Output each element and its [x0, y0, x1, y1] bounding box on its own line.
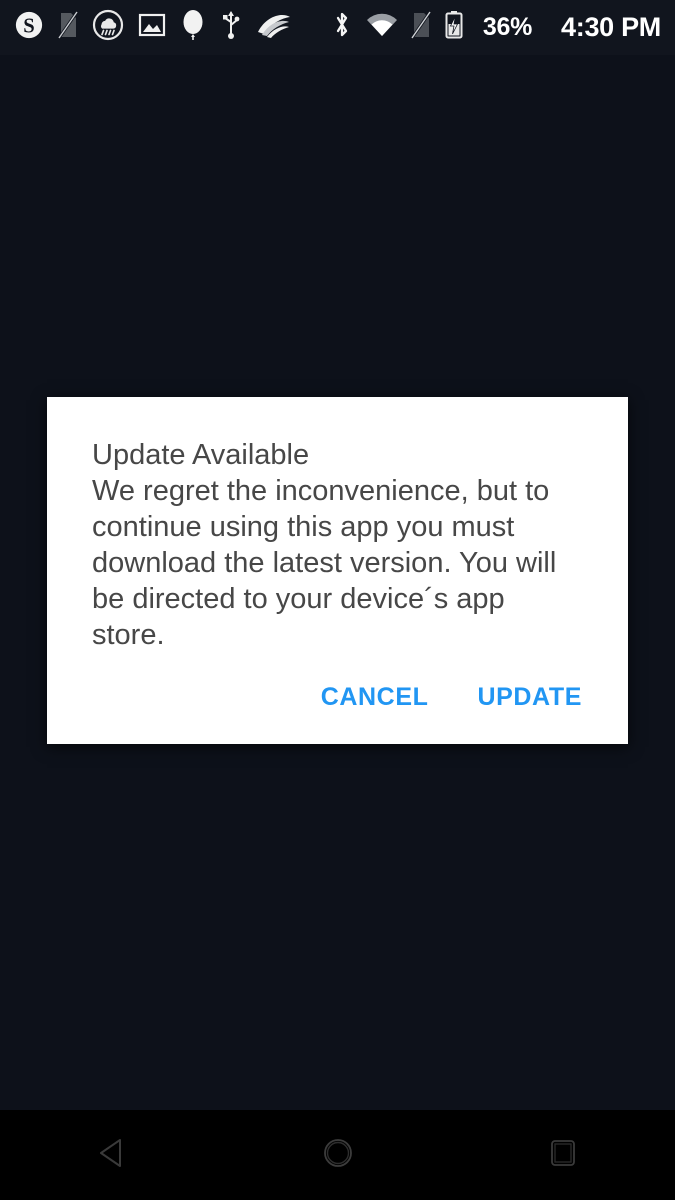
gallery-image-icon	[138, 11, 166, 44]
cancel-button[interactable]: CANCEL	[319, 677, 431, 718]
battery-percentage: 36%	[482, 13, 533, 41]
navigation-bar	[0, 1110, 675, 1200]
dialog-title: Update Available	[92, 439, 310, 471]
usb-icon	[220, 10, 242, 45]
back-triangle-icon	[89, 1129, 137, 1182]
dialog-button-row: CANCEL UPDATE	[47, 653, 628, 744]
nav-home-button[interactable]	[283, 1110, 393, 1200]
skype-icon: S	[14, 10, 44, 45]
wifi-icon	[366, 12, 398, 43]
dialog-message-container: Update Available We regret the inconveni…	[47, 397, 628, 653]
weather-rain-icon	[92, 9, 124, 46]
nav-recents-button[interactable]	[508, 1110, 618, 1200]
update-available-dialog: Update Available We regret the inconveni…	[47, 397, 628, 744]
svg-text:S: S	[23, 16, 34, 38]
home-circle-icon	[314, 1129, 362, 1182]
nav-back-button[interactable]	[58, 1110, 168, 1200]
status-bar: S 36% 4:30 PM	[0, 0, 675, 55]
battery-charging-icon	[444, 10, 464, 45]
bluetooth-icon	[331, 10, 353, 45]
recents-square-icon	[539, 1129, 587, 1182]
status-system-icons: 36% 4:30 PM	[331, 10, 661, 45]
no-sim-icon	[57, 11, 79, 44]
status-notification-icons: S	[14, 9, 331, 46]
phone-screen: S 36% 4:30 PM Update Available We regret…	[0, 0, 675, 1200]
signal-off-icon	[410, 11, 432, 44]
update-button[interactable]: UPDATE	[475, 677, 584, 718]
balloon-icon	[180, 9, 206, 46]
swiftkey-icon	[256, 10, 292, 45]
status-bar-clock: 4:30 PM	[561, 12, 661, 42]
dialog-body-text: We regret the inconvenience, but to cont…	[92, 475, 557, 651]
